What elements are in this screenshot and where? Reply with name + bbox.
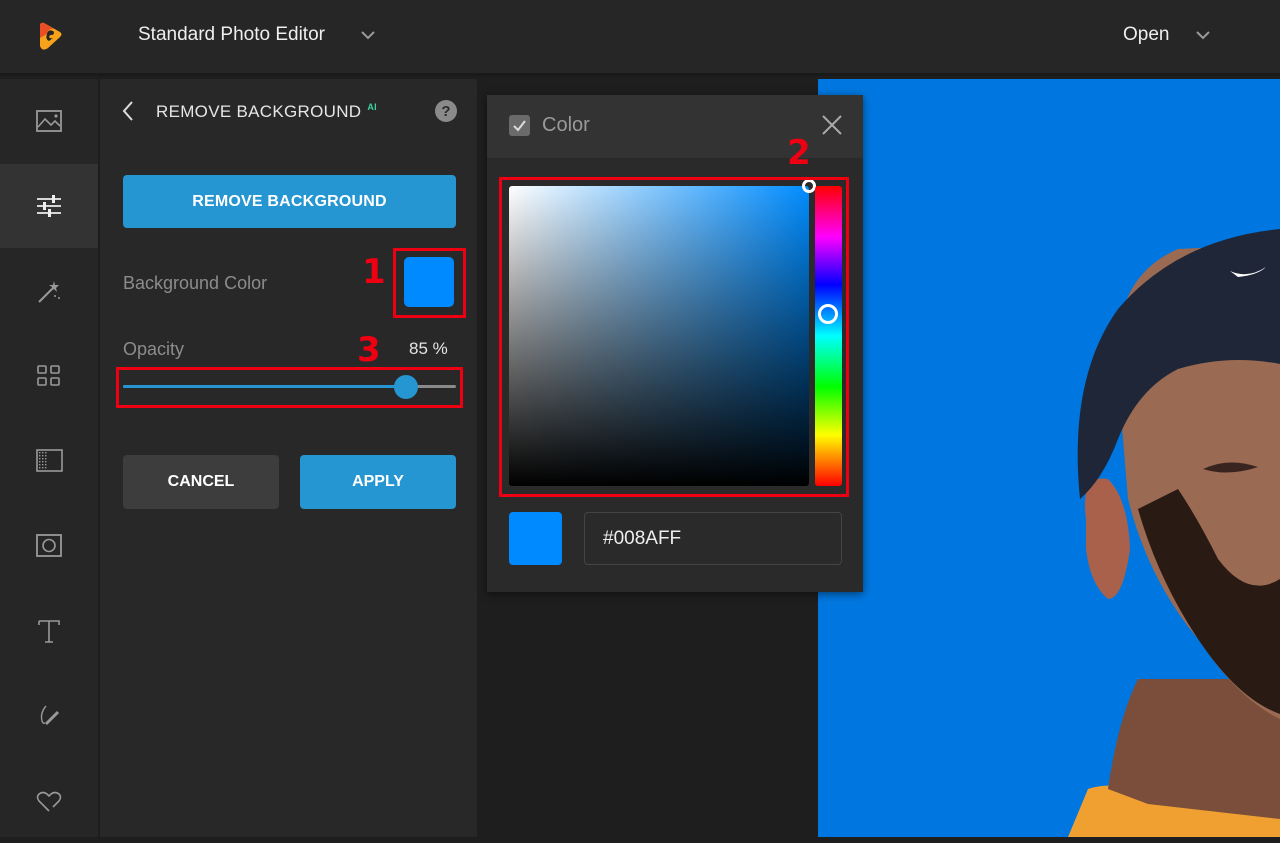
color-preview-swatch [509, 512, 562, 565]
saturation-thumb[interactable] [802, 179, 816, 193]
rail-item-adjust[interactable] [0, 164, 98, 248]
magic-wand-icon [38, 281, 60, 303]
rail-item-image[interactable] [0, 79, 98, 163]
image-icon [36, 110, 62, 132]
ear [1084, 478, 1130, 599]
rail-item-draw[interactable] [0, 674, 98, 758]
rail-item-text[interactable] [0, 589, 98, 673]
hue-thumb[interactable] [818, 303, 838, 324]
rail-item-textures[interactable] [0, 419, 98, 503]
hue-slider[interactable] [815, 186, 842, 486]
opacity-label: Opacity [123, 339, 185, 359]
texture-icon [36, 449, 63, 472]
slider-thumb[interactable] [394, 375, 419, 399]
open-button[interactable]: Open [1123, 24, 1169, 46]
sliders-icon [37, 195, 61, 217]
opacity-value: 85 % [409, 339, 448, 358]
background-color-label: Background Color [123, 273, 268, 293]
rail-item-frames[interactable] [0, 504, 98, 588]
photo-canvas[interactable] [818, 79, 1280, 837]
background-color-swatch[interactable] [404, 257, 454, 307]
hex-color-input[interactable] [584, 512, 842, 565]
popup-header: Color [487, 95, 863, 158]
cancel-button[interactable]: CANCEL [123, 455, 279, 509]
text-icon [38, 620, 60, 643]
heart-icon [36, 791, 62, 812]
panel-title: REMOVE BACKGROUND AI [156, 102, 377, 122]
chevron-down-icon[interactable] [1195, 28, 1211, 42]
top-bar: Standard Photo Editor Open [0, 0, 1280, 76]
back-arrow-icon[interactable] [120, 99, 136, 123]
color-enable-checkbox[interactable] [509, 115, 530, 136]
tool-rail [0, 79, 100, 837]
brush-icon [40, 705, 60, 726]
close-icon[interactable] [821, 114, 843, 136]
checkmark-icon [513, 120, 526, 132]
portrait-photo [1068, 229, 1280, 837]
remove-background-button[interactable]: REMOVE BACKGROUND [123, 175, 456, 228]
app-logo-icon[interactable] [36, 20, 64, 52]
color-picker-area[interactable] [509, 179, 816, 486]
frame-icon [36, 534, 62, 557]
color-picker-popup: Color [487, 95, 863, 592]
grid-icon [37, 365, 60, 386]
slider-fill [123, 385, 407, 388]
chevron-down-icon[interactable] [360, 28, 376, 42]
rail-item-overlays[interactable] [0, 334, 98, 418]
app-title[interactable]: Standard Photo Editor [138, 24, 325, 46]
help-icon[interactable]: ? [435, 100, 457, 122]
apply-button[interactable]: APPLY [300, 455, 456, 509]
opacity-slider[interactable] [123, 375, 456, 399]
ai-badge: AI [367, 102, 377, 113]
panel-title-text: REMOVE BACKGROUND [156, 102, 362, 121]
popup-title: Color [542, 114, 590, 136]
remove-background-panel: REMOVE BACKGROUND AI ? REMOVE BACKGROUND … [100, 79, 477, 837]
rail-item-favorites[interactable] [0, 759, 98, 843]
rail-item-effects[interactable] [0, 249, 98, 333]
